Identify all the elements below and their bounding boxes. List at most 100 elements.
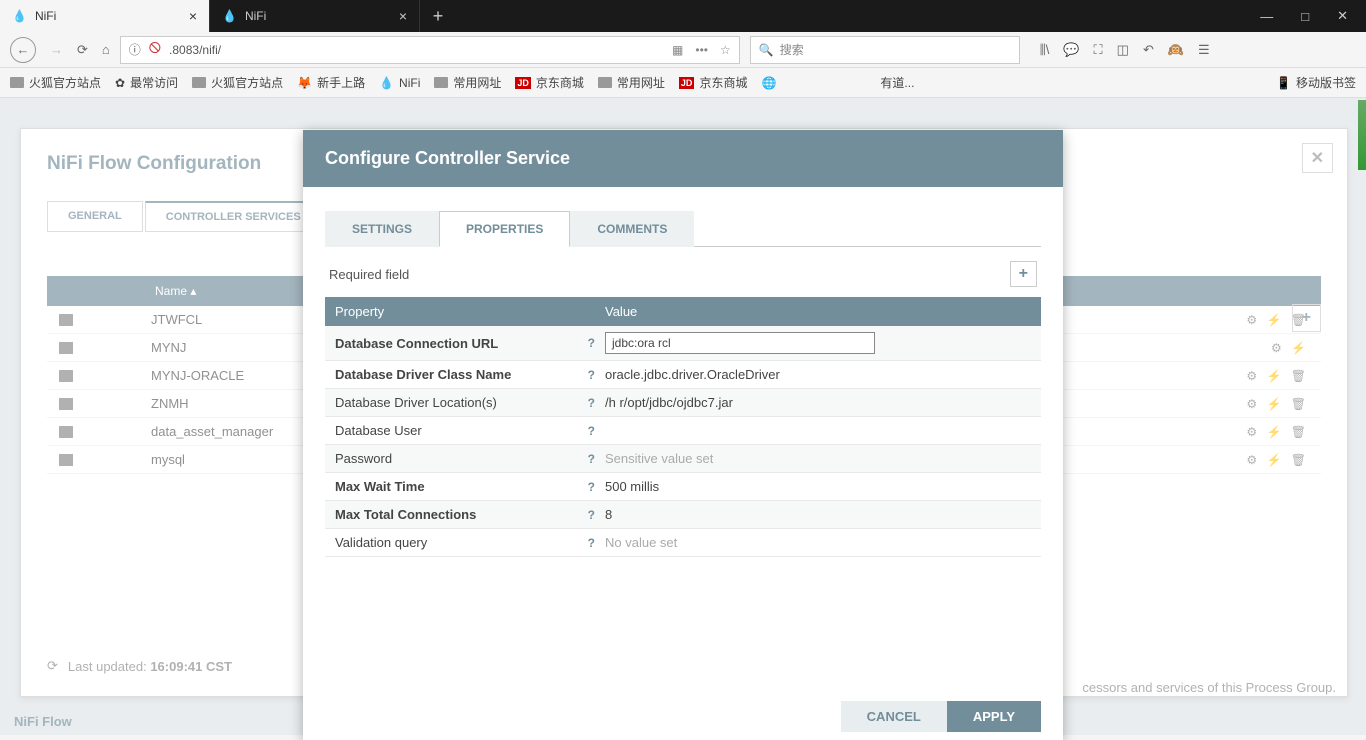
library-icon[interactable]: ⫼\: [1040, 42, 1050, 58]
search-bar[interactable]: 🔍 搜索: [750, 36, 1020, 64]
help-icon[interactable]: ?: [573, 336, 595, 350]
property-row[interactable]: Database Driver Location(s)?/h r/opt/jdb…: [325, 389, 1041, 417]
tab-general[interactable]: GENERAL: [47, 201, 143, 232]
bookmark[interactable]: 常用网址: [434, 74, 501, 91]
bookmarks-bar: 火狐官方站点 ✿最常访问 火狐官方站点 🦊新手上路 💧NiFi 常用网址 JD京…: [0, 68, 1366, 98]
help-icon[interactable]: ?: [573, 508, 595, 522]
row-actions[interactable]: ⚙ ⚡ 🗑: [1246, 453, 1309, 467]
minimize-icon[interactable]: —: [1260, 9, 1273, 24]
folder-icon: [598, 77, 612, 88]
col-name[interactable]: Name ▴: [155, 284, 196, 298]
bookmark[interactable]: JD京东商城: [679, 74, 748, 91]
close-icon[interactable]: ×: [189, 8, 197, 24]
jd-icon: JD: [515, 77, 531, 89]
close-icon[interactable]: ×: [399, 8, 407, 24]
maximize-icon[interactable]: □: [1301, 9, 1309, 24]
col-property: Property: [325, 297, 595, 326]
row-actions[interactable]: ⚙ ⚡ 🗑: [1246, 425, 1309, 439]
property-row[interactable]: Database Connection URL? jdbc:ora rcl: [325, 326, 1041, 361]
refresh-icon[interactable]: ⟳: [47, 658, 58, 674]
browser-tab[interactable]: 💧 NiFi ×: [210, 0, 420, 32]
tab-properties[interactable]: PROPERTIES: [439, 211, 570, 247]
service-icon: [59, 426, 73, 438]
property-row[interactable]: Database User?: [325, 417, 1041, 445]
help-icon[interactable]: ?: [573, 424, 595, 438]
url-bar[interactable]: ⓘ 🛇 .8083/nifi/ ▦ ••• ☆: [120, 36, 740, 64]
row-actions[interactable]: ⚙ ⚡ 🗑: [1246, 397, 1309, 411]
property-row[interactable]: Password?Sensitive value set: [325, 445, 1041, 473]
bookmark[interactable]: 🌐: [761, 76, 776, 90]
folder-icon: [192, 77, 206, 88]
help-icon[interactable]: ?: [573, 536, 595, 550]
info-icon[interactable]: ⓘ: [129, 41, 141, 58]
more-icon[interactable]: •••: [695, 43, 708, 57]
nav-buttons: ← → ⟳ ⌂: [10, 37, 110, 63]
close-window-icon[interactable]: ✕: [1337, 8, 1348, 24]
star-icon[interactable]: ☆: [720, 43, 731, 57]
row-actions[interactable]: ⚙ ⚡: [1271, 341, 1309, 355]
browser-tab[interactable]: 💧 NiFi ×: [0, 0, 210, 32]
tab-controller-services[interactable]: CONTROLLER SERVICES: [145, 201, 322, 232]
row-actions[interactable]: ⚙ ⚡ 🗑: [1246, 369, 1309, 383]
help-icon[interactable]: ?: [573, 480, 595, 494]
property-value: oracle.jdbc.driver.OracleDriver: [605, 367, 780, 382]
property-name: Database Driver Location(s): [325, 389, 573, 416]
apply-button[interactable]: APPLY: [947, 701, 1041, 732]
qr-icon[interactable]: ▦: [672, 43, 683, 57]
nav-bar: ← → ⟳ ⌂ ⓘ 🛇 .8083/nifi/ ▦ ••• ☆ 🔍 搜索 ⫼\ …: [0, 32, 1366, 68]
forward-button[interactable]: →: [50, 42, 63, 57]
service-name: ZNMH: [151, 396, 189, 411]
menu-icon[interactable]: ☰: [1198, 42, 1210, 58]
required-field-row: Required field +: [325, 247, 1041, 297]
bookmark[interactable]: 💧NiFi: [379, 76, 420, 90]
property-value: Sensitive value set: [605, 451, 713, 466]
help-icon[interactable]: ?: [573, 396, 595, 410]
bookmark[interactable]: ✿最常访问: [115, 74, 178, 91]
property-value-input[interactable]: jdbc:ora rcl: [605, 332, 875, 354]
screenshot-icon[interactable]: ⛶: [1094, 42, 1103, 58]
monkey-icon[interactable]: 🙉: [1168, 42, 1184, 58]
add-property-button[interactable]: +: [1010, 261, 1037, 287]
help-icon[interactable]: ?: [573, 452, 595, 466]
property-name: Database Connection URL: [325, 330, 573, 357]
bookmark[interactable]: 有道...: [880, 74, 914, 91]
tab-settings[interactable]: SETTINGS: [325, 211, 439, 247]
property-row[interactable]: Validation query? No value set: [325, 529, 1041, 557]
palette-edge: [1358, 100, 1366, 170]
service-name: data_asset_manager: [151, 424, 273, 439]
bookmark[interactable]: 火狐官方站点: [10, 74, 101, 91]
undo-icon[interactable]: ↶: [1143, 42, 1154, 58]
add-service-button[interactable]: +: [1292, 304, 1321, 332]
bookmark[interactable]: 🦊新手上路: [297, 74, 365, 91]
bookmark[interactable]: JD京东商城: [515, 74, 584, 91]
bookmark[interactable]: 火狐官方站点: [192, 74, 283, 91]
breadcrumb-nifi-flow[interactable]: NiFi Flow: [14, 714, 72, 729]
service-icon: [59, 370, 73, 382]
property-name: Validation query: [325, 529, 573, 556]
bookmark[interactable]: 常用网址: [598, 74, 665, 91]
property-row[interactable]: Database Driver Class Name?oracle.jdbc.d…: [325, 361, 1041, 389]
property-value: No value set: [605, 535, 677, 550]
service-name: mysql: [151, 452, 185, 467]
configure-controller-modal: Configure Controller Service SETTINGS PR…: [303, 130, 1063, 740]
new-tab-button[interactable]: +: [420, 0, 456, 32]
bg-message: cessors and services of this Process Gro…: [1082, 680, 1336, 695]
help-icon[interactable]: ?: [573, 368, 595, 382]
back-button[interactable]: ←: [10, 37, 36, 63]
blocked-icon: 🛇: [149, 39, 161, 60]
property-row[interactable]: Max Total Connections?8: [325, 501, 1041, 529]
chat-icon[interactable]: 💬: [1063, 42, 1079, 58]
close-panel-button[interactable]: ✕: [1302, 143, 1333, 173]
property-row[interactable]: Max Wait Time?500 millis: [325, 473, 1041, 501]
service-name: MYNJ-ORACLE: [151, 368, 244, 383]
cancel-button[interactable]: CANCEL: [841, 701, 947, 732]
property-name: Max Total Connections: [325, 501, 573, 528]
tab-comments[interactable]: COMMENTS: [570, 211, 694, 247]
service-name: MYNJ: [151, 340, 186, 355]
reload-button[interactable]: ⟳: [77, 42, 88, 58]
folder-icon: [10, 77, 24, 88]
mobile-bookmarks[interactable]: 📱移动版书签: [1276, 74, 1356, 91]
sidebar-icon[interactable]: ◫: [1117, 42, 1129, 58]
home-button[interactable]: ⌂: [102, 42, 110, 57]
url-text: .8083/nifi/: [169, 43, 221, 57]
